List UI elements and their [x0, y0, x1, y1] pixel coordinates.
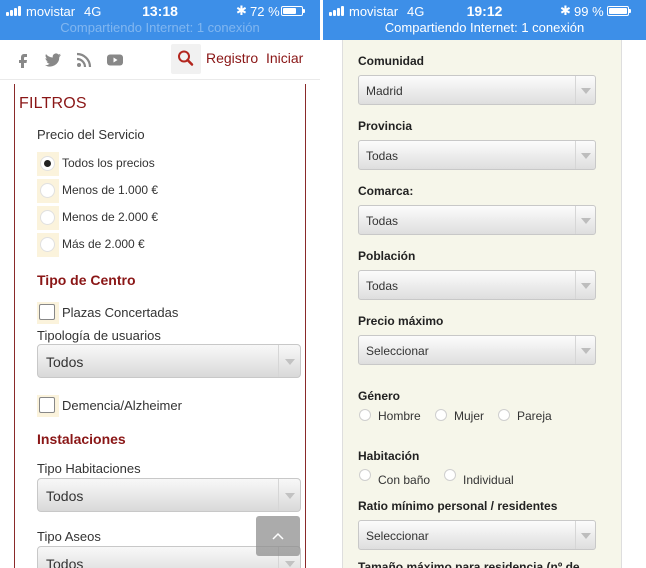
radio-button[interactable]: [40, 156, 55, 171]
scroll-to-top-button[interactable]: [256, 516, 300, 556]
bluetooth-icon: ✱: [560, 3, 571, 18]
max-price-label: Precio máximo: [358, 314, 444, 328]
concerted-places-checkbox[interactable]: Plazas Concertadas: [37, 302, 287, 326]
facebook-icon[interactable]: [14, 52, 32, 68]
room-radio-con-bano[interactable]: [359, 469, 371, 481]
youtube-icon[interactable]: [106, 52, 124, 68]
comarca-select[interactable]: Todas: [358, 205, 596, 235]
price-option[interactable]: Todos los precios: [37, 152, 287, 176]
gender-option-label: Mujer: [454, 409, 485, 423]
checkbox[interactable]: [39, 397, 55, 413]
dementia-checkbox[interactable]: Demencia/Alzheimer: [37, 395, 287, 419]
price-option[interactable]: Menos de 1.000 €: [37, 179, 287, 203]
chevron-down-icon: [575, 271, 595, 299]
register-link[interactable]: Registro: [206, 50, 258, 66]
comarca-label: Comarca:: [358, 184, 414, 198]
rooms-type-select[interactable]: Todos: [37, 478, 301, 512]
battery-icon: [607, 6, 631, 16]
hotspot-banner: Compartiendo Internet: 1 conexión: [60, 20, 260, 35]
comunidad-select[interactable]: Madrid: [358, 75, 596, 105]
cutoff-label: Tamaño máximo para residencia (nº de: [358, 560, 580, 568]
right-screenshot: movistar 4G 19:12 ✱ 99 % Compartiendo In…: [323, 0, 646, 568]
search-icon: [178, 50, 194, 66]
provincia-select[interactable]: Todas: [358, 140, 596, 170]
chevron-down-icon: [575, 206, 595, 234]
chevron-up-icon: [272, 532, 284, 540]
search-button[interactable]: [171, 44, 201, 74]
ratio-select[interactable]: Seleccionar: [358, 520, 596, 550]
facilities-title: Instalaciones: [37, 431, 126, 447]
room-option-label: Con baño: [378, 473, 431, 487]
checkbox[interactable]: [39, 304, 55, 320]
battery-percent: 99 %: [574, 4, 604, 19]
chevron-down-icon: [575, 521, 595, 549]
room-option-label: Individual: [463, 473, 514, 487]
price-label: Precio del Servicio: [37, 127, 145, 142]
status-bar: movistar 4G 13:18 ✱ 72 % Compartiendo In…: [0, 0, 320, 40]
gender-radio-hombre[interactable]: [359, 409, 371, 421]
poblacion-select[interactable]: Todas: [358, 270, 596, 300]
radio-button[interactable]: [40, 210, 55, 225]
chevron-down-icon: [278, 345, 300, 377]
ratio-label: Ratio mínimo personal / residentes: [358, 499, 558, 513]
comunidad-label: Comunidad: [358, 54, 424, 68]
chevron-down-icon: [575, 76, 595, 104]
users-type-select[interactable]: Todos: [37, 344, 301, 378]
rooms-type-label: Tipo Habitaciones: [37, 461, 141, 476]
gender-label: Género: [358, 389, 401, 403]
twitter-icon[interactable]: [44, 52, 62, 68]
chevron-down-icon: [575, 141, 595, 169]
battery-icon: [281, 6, 305, 16]
toilets-type-label: Tipo Aseos: [37, 529, 101, 544]
room-label: Habitación: [358, 449, 420, 463]
battery-percent: 72 %: [250, 4, 280, 19]
price-option[interactable]: Más de 2.000 €: [37, 233, 287, 257]
rss-icon[interactable]: [76, 52, 94, 68]
gender-option-label: Pareja: [517, 409, 552, 423]
gender-radio-mujer[interactable]: [435, 409, 447, 421]
poblacion-label: Población: [358, 249, 416, 263]
max-price-select[interactable]: Seleccionar: [358, 335, 596, 365]
radio-button[interactable]: [40, 183, 55, 198]
price-option[interactable]: Menos de 2.000 €: [37, 206, 287, 230]
filters-title: FILTROS: [19, 95, 87, 112]
center-type-title: Tipo de Centro: [37, 272, 136, 288]
gender-option-label: Hombre: [378, 409, 421, 423]
bluetooth-icon: ✱: [236, 3, 247, 18]
left-screenshot: movistar 4G 13:18 ✱ 72 % Compartiendo In…: [0, 0, 320, 568]
status-bar: movistar 4G 19:12 ✱ 99 % Compartiendo In…: [323, 0, 646, 40]
provincia-label: Provincia: [358, 119, 413, 133]
chevron-down-icon: [575, 336, 595, 364]
chevron-down-icon: [278, 479, 300, 511]
login-link[interactable]: Iniciar: [266, 50, 303, 66]
radio-button[interactable]: [40, 237, 55, 252]
gender-radio-pareja[interactable]: [498, 409, 510, 421]
hotspot-banner: Compartiendo Internet: 1 conexión: [384, 20, 585, 35]
users-type-label: Tipología de usuarios: [37, 328, 161, 343]
room-radio-individual[interactable]: [444, 469, 456, 481]
